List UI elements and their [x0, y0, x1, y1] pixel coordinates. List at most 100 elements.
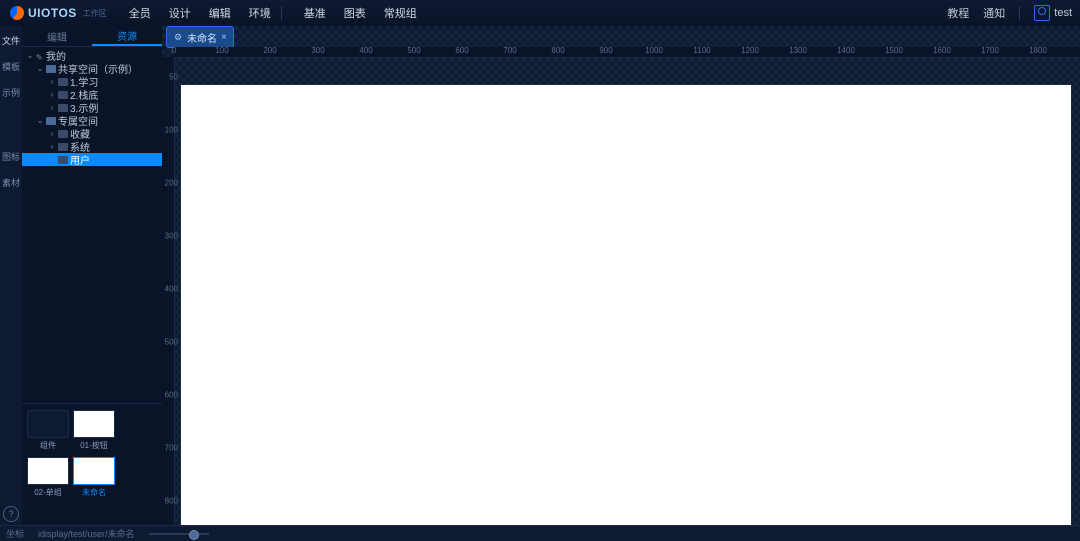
close-icon[interactable]: × [221, 32, 227, 43]
nav-assets[interactable]: 素材 [2, 174, 20, 192]
pencil-icon [36, 52, 44, 60]
zoom-thumb[interactable] [189, 530, 199, 540]
folder-icon [58, 104, 68, 112]
ruler-tick: 800 [551, 46, 564, 55]
ruler-tick: 600 [162, 391, 178, 400]
thumbnail-label: 02-单组 [34, 487, 62, 498]
menu-item-chart[interactable]: 图表 [344, 5, 366, 21]
folder-icon [46, 65, 56, 73]
menu-item-base[interactable]: 基准 [304, 5, 326, 21]
ruler-tick: 400 [359, 46, 372, 55]
folder-icon [58, 130, 68, 138]
thumbnail-item-selected[interactable]: 未命名 [74, 457, 114, 498]
app-name: UIOTOS [28, 6, 77, 20]
document-tab-bar: ⚙ 未命名 × [162, 26, 1080, 47]
ruler-tick: 1700 [981, 46, 999, 55]
zoom-track[interactable] [149, 533, 209, 535]
logo-icon [10, 6, 24, 20]
ruler-horizontal[interactable]: 0100200300400500600700800900100011001200… [174, 47, 1080, 58]
ruler-tick: 0 [172, 46, 176, 55]
side-tab-editor[interactable]: 编辑 [22, 26, 92, 46]
app-logo: UIOTOS 工作区 [0, 6, 117, 20]
tree-label: 用户 [70, 152, 90, 167]
folder-icon [58, 156, 68, 164]
thumbnail-preview [27, 410, 69, 438]
ruler-vertical[interactable]: 50100200300400500600700800 [162, 57, 175, 526]
ruler-tick: 200 [263, 46, 276, 55]
user-account[interactable]: test [1034, 5, 1072, 21]
secondary-menu: 基准 图表 常规组 [304, 5, 417, 21]
ruler-tick: 500 [407, 46, 420, 55]
tree-item[interactable]: › 系统 [22, 140, 162, 153]
chevron-right-icon[interactable]: › [48, 130, 56, 138]
ruler-tick: 1300 [789, 46, 807, 55]
ruler-tick: 1600 [933, 46, 951, 55]
chevron-right-icon[interactable]: › [48, 156, 56, 164]
ruler-tick: 1400 [837, 46, 855, 55]
ruler-tick: 300 [162, 232, 178, 241]
file-tree: ⌄ 我的 ⌄ 共享空间（示例） › 1.学习 › 2.栈底 › 3.示例 ⌄ 专… [22, 47, 162, 168]
ruler-tick: 900 [599, 46, 612, 55]
ruler-tick: 700 [162, 444, 178, 453]
chevron-right-icon[interactable]: › [48, 104, 56, 112]
chevron-right-icon[interactable]: › [48, 143, 56, 151]
menu-item-all[interactable]: 全员 [129, 5, 151, 21]
side-tab-assets[interactable]: 资源 [92, 26, 162, 46]
user-icon [1034, 5, 1050, 21]
menu-item-group[interactable]: 常规组 [384, 5, 417, 21]
ruler-tick: 600 [455, 46, 468, 55]
zoom-slider[interactable] [149, 533, 209, 535]
tree-item[interactable]: › 收藏 [22, 127, 162, 140]
nav-file[interactable]: 文件 [2, 32, 20, 50]
menu-item-tutorial[interactable]: 教程 [947, 5, 969, 21]
help-icon[interactable]: ? [3, 506, 19, 522]
divider [281, 6, 282, 20]
folder-icon [46, 117, 56, 125]
title-bar: UIOTOS 工作区 全员 设计 编辑 环境 基准 图表 常规组 教程 通知 t… [0, 0, 1080, 27]
ruler-tick: 700 [503, 46, 516, 55]
side-panel-tabs: 编辑 资源 [22, 26, 162, 47]
document-tab[interactable]: ⚙ 未命名 × [166, 26, 234, 48]
chevron-right-icon[interactable]: › [48, 91, 56, 99]
chevron-down-icon[interactable]: ⌄ [26, 52, 34, 60]
nav-example[interactable]: 示例 [2, 84, 20, 102]
thumbnail-item[interactable]: 02-单组 [28, 457, 68, 498]
menu-item-notify[interactable]: 通知 [983, 5, 1005, 21]
menu-item-design[interactable]: 设计 [169, 5, 191, 21]
thumbnail-label: 01-按钮 [80, 440, 108, 451]
document-tab-label: 未命名 [187, 30, 217, 45]
nav-template[interactable]: 模板 [2, 58, 20, 76]
menu-item-env[interactable]: 环境 [249, 5, 271, 21]
nav-rail: 文件 模板 示例 图标 素材 ? [0, 26, 23, 532]
tree-user-space[interactable]: ⌄ 专属空间 [22, 114, 162, 127]
ruler-tick: 400 [162, 285, 178, 294]
chevron-right-icon[interactable]: › [48, 78, 56, 86]
thumbnail-item[interactable]: 01-按钮 [74, 410, 114, 451]
divider [1019, 6, 1020, 20]
nav-icons[interactable]: 图标 [2, 148, 20, 166]
ruler-tick: 1800 [1029, 46, 1047, 55]
menu-item-edit[interactable]: 编辑 [209, 5, 231, 21]
ruler-tick: 1500 [885, 46, 903, 55]
ruler-tick: 300 [311, 46, 324, 55]
ruler-tick: 100 [162, 126, 178, 135]
thumbnail-item[interactable]: 组件 [28, 410, 68, 451]
ruler-tick: 50 [162, 73, 178, 82]
tree-item-selected[interactable]: › 用户 [22, 153, 162, 166]
thumbnail-grid: 组件 01-按钮 02-单组 未命名 [22, 403, 162, 526]
user-name: test [1054, 7, 1072, 19]
ruler-tick: 100 [215, 46, 228, 55]
chevron-down-icon[interactable]: ⌄ [36, 65, 44, 73]
canvas-viewport: ⚙ 未命名 × 0 100 200 300 400 500 600 700 800 900 1000… [162, 26, 1080, 526]
status-bar: 坐标 idisplay/test/user/未命名 [0, 525, 1080, 541]
ruler-tick: 800 [162, 497, 178, 506]
folder-icon [58, 143, 68, 151]
thumbnail-preview [27, 457, 69, 485]
ruler-tick: 1000 [645, 46, 663, 55]
canvas[interactable] [180, 84, 1072, 526]
chevron-down-icon[interactable]: ⌄ [36, 117, 44, 125]
ruler-tick: 1200 [741, 46, 759, 55]
ruler-tick: 500 [162, 338, 178, 347]
thumbnail-preview [73, 457, 115, 485]
status-coords: 坐标 [6, 527, 24, 540]
